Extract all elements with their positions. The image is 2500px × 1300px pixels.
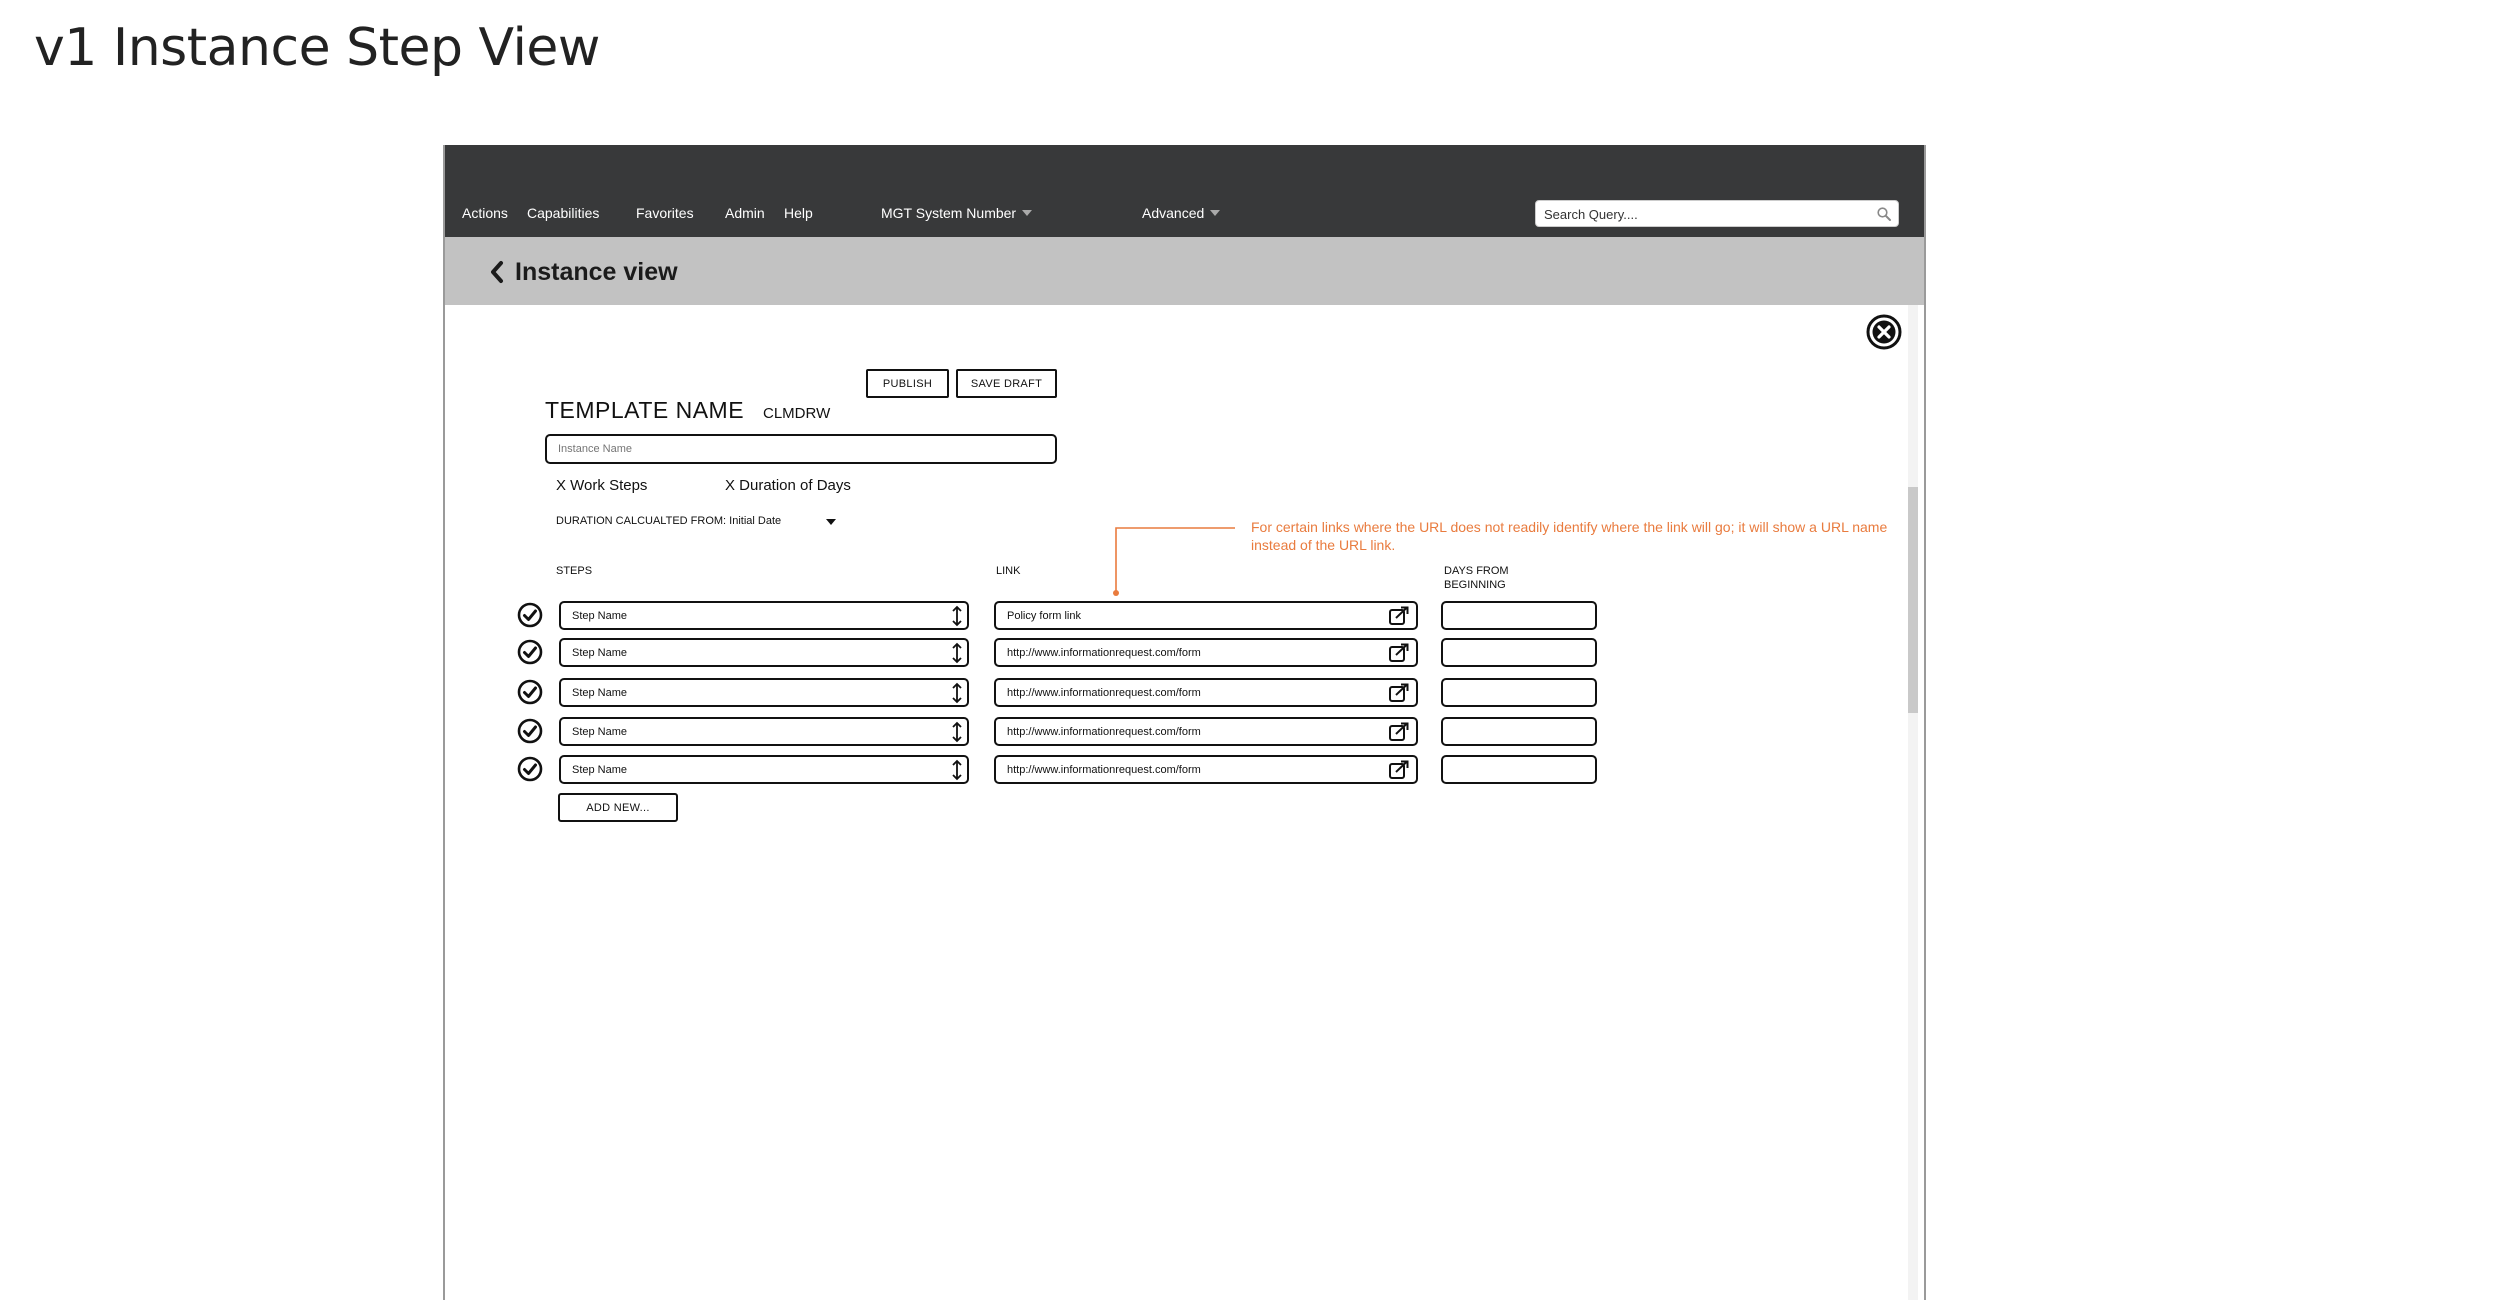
reorder-handle-icon[interactable] <box>950 605 964 627</box>
nav-item-capabilities[interactable]: Capabilities <box>527 205 599 221</box>
template-name-label: TEMPLATE NAME <box>545 397 745 423</box>
instance-name-input[interactable] <box>556 442 1040 456</box>
subheader-bar: Instance view <box>445 237 1924 305</box>
column-header-link: LINK <box>996 565 1021 577</box>
check-circle-icon[interactable] <box>517 679 543 705</box>
duration-days: X Duration of Days <box>725 477 851 494</box>
step-name-field <box>559 601 969 630</box>
step-name-field <box>559 755 969 784</box>
annotation-note: For certain links where the URL does not… <box>1251 519 1888 553</box>
link-input[interactable] <box>1005 763 1379 777</box>
duration-dropdown-caret[interactable] <box>826 519 836 525</box>
link-input[interactable] <box>1005 725 1379 739</box>
link-input[interactable] <box>1005 686 1379 700</box>
chevron-left-icon <box>491 261 503 283</box>
days-from-beginning-field <box>1441 755 1597 784</box>
duration-calculated-from: DURATION CALCUALTED FROM: Initial Date <box>556 515 782 527</box>
back-button[interactable]: Instance view <box>489 257 678 287</box>
search-box <box>1535 200 1899 227</box>
step-name-field <box>559 678 969 707</box>
external-link-icon[interactable] <box>1388 760 1410 780</box>
days-input[interactable] <box>1449 645 1593 661</box>
top-navbar: Actions Capabilities Favorites Admin Hel… <box>445 145 1924 237</box>
external-link-icon[interactable] <box>1388 606 1410 626</box>
days-from-beginning-field <box>1441 717 1597 746</box>
reorder-handle-icon[interactable] <box>950 682 964 704</box>
external-link-icon[interactable] <box>1388 643 1410 663</box>
nav-item-favorites[interactable]: Favorites <box>636 205 694 221</box>
page-title: Instance view <box>515 257 678 286</box>
days-input[interactable] <box>1449 762 1593 778</box>
save-draft-button[interactable]: SAVE DRAFT <box>956 369 1057 398</box>
vertical-scrollbar[interactable] <box>1908 305 1918 1300</box>
column-header-steps: STEPS <box>556 565 593 577</box>
external-link-icon[interactable] <box>1388 683 1410 703</box>
step-name-field <box>559 717 969 746</box>
step-name-input[interactable] <box>570 686 934 700</box>
link-field <box>994 717 1418 746</box>
check-circle-icon[interactable] <box>517 602 543 628</box>
link-field <box>994 601 1418 630</box>
link-field <box>994 678 1418 707</box>
publish-button[interactable]: PUBLISH <box>866 369 949 398</box>
days-input[interactable] <box>1449 608 1593 624</box>
link-field <box>994 755 1418 784</box>
step-name-input[interactable] <box>570 763 934 777</box>
days-input[interactable] <box>1449 685 1593 701</box>
reorder-handle-icon[interactable] <box>950 721 964 743</box>
external-link-icon[interactable] <box>1388 722 1410 742</box>
step-name-input[interactable] <box>570 609 934 623</box>
reorder-handle-icon[interactable] <box>950 642 964 664</box>
search-icon[interactable] <box>1876 206 1892 222</box>
days-from-beginning-field <box>1441 678 1597 707</box>
advanced-label: Advanced <box>1142 205 1205 221</box>
step-name-field <box>559 638 969 667</box>
check-circle-icon[interactable] <box>517 639 543 665</box>
check-circle-icon[interactable] <box>517 718 543 744</box>
nav-item-help[interactable]: Help <box>784 205 813 221</box>
link-field <box>994 638 1418 667</box>
nav-item-admin[interactable]: Admin <box>725 205 765 221</box>
add-new-button[interactable]: ADD NEW... <box>558 793 678 822</box>
system-number-dropdown[interactable]: MGT System Number <box>881 205 1033 221</box>
nav-item-actions[interactable]: Actions <box>462 205 508 221</box>
close-icon[interactable] <box>1865 313 1903 351</box>
column-header-days: DAYS FROM BEGINNING <box>1444 565 1509 591</box>
chevron-down-icon <box>1210 210 1221 216</box>
system-number-label: MGT System Number <box>881 205 1017 221</box>
page-heading: v1 Instance Step View <box>34 18 600 78</box>
app-window: Actions Capabilities Favorites Admin Hel… <box>443 145 1926 1300</box>
days-from-beginning-field <box>1441 638 1597 667</box>
days-from-beginning-field <box>1441 601 1597 630</box>
link-input[interactable] <box>1005 609 1379 623</box>
chevron-down-icon <box>1022 210 1033 216</box>
instance-name-field <box>545 434 1057 464</box>
template-code: CLMDRW <box>763 405 831 422</box>
step-name-input[interactable] <box>570 646 934 660</box>
step-name-input[interactable] <box>570 725 934 739</box>
days-input[interactable] <box>1449 724 1593 740</box>
search-input[interactable] <box>1542 204 1866 224</box>
advanced-dropdown[interactable]: Advanced <box>1142 205 1221 221</box>
reorder-handle-icon[interactable] <box>950 759 964 781</box>
check-circle-icon[interactable] <box>517 756 543 782</box>
work-steps-count: X Work Steps <box>556 477 648 494</box>
link-input[interactable] <box>1005 646 1379 660</box>
